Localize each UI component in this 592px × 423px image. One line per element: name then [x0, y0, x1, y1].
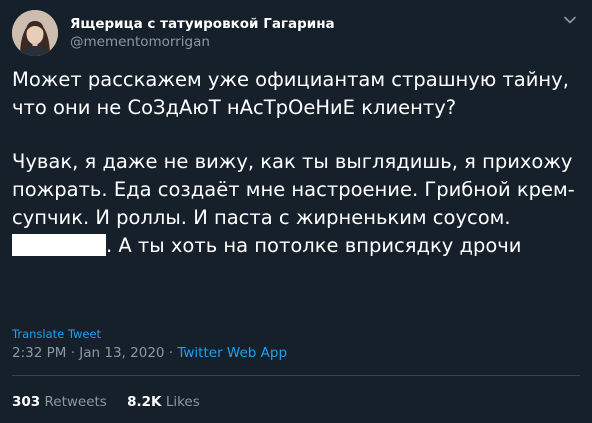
chevron-down-icon[interactable]: [562, 12, 578, 28]
tweet-meta: 2:32 PM · Jan 13, 2020 · Twitter Web App: [12, 344, 287, 362]
retweets-stat[interactable]: 303 Retweets: [12, 393, 107, 411]
avatar[interactable]: [12, 10, 58, 56]
author-names: Ящерица с татуировкой Гагарина @mementom…: [70, 15, 335, 51]
tweet-date[interactable]: Jan 13, 2020: [79, 345, 164, 361]
display-name[interactable]: Ящерица с татуировкой Гагарина: [70, 15, 335, 33]
retweets-label: Retweets: [44, 394, 107, 410]
tweet-paragraph-2-end: . А ты хоть на потолке вприсядку дрочи: [106, 234, 522, 257]
tweet-stats: 303 Retweets 8.2K Likes: [12, 393, 216, 411]
tweet-paragraph-1: Может расскажем уже официантам страшную …: [12, 68, 569, 119]
tweet-card: Ящерица с татуировкой Гагарина @mementom…: [0, 0, 592, 423]
tweet-time[interactable]: 2:32 PM: [12, 345, 66, 361]
likes-count: 8.2K: [127, 394, 162, 410]
likes-label: Likes: [165, 394, 200, 410]
tweet-paragraph-2: Чувак, я даже не вижу, как ты выглядишь,…: [12, 148, 580, 260]
tweet-paragraph-2-start: Чувак, я даже не вижу, как ты выглядишь,…: [12, 150, 575, 229]
divider: [12, 375, 580, 376]
tweet-header: Ящерица с татуировкой Гагарина @mementom…: [12, 10, 580, 56]
translate-tweet-link[interactable]: Translate Tweet: [12, 327, 101, 341]
tweet-text: Может расскажем уже официантам страшную …: [12, 66, 580, 260]
meta-separator: ·: [164, 345, 178, 361]
likes-stat[interactable]: 8.2K Likes: [127, 393, 200, 411]
redaction-box: [12, 234, 106, 256]
meta-separator: ·: [66, 345, 80, 361]
user-handle[interactable]: @mementomorrigan: [70, 33, 335, 51]
retweets-count: 303: [12, 394, 41, 410]
source-app-link[interactable]: Twitter Web App: [177, 345, 287, 361]
profile-photo-icon: [12, 10, 58, 56]
